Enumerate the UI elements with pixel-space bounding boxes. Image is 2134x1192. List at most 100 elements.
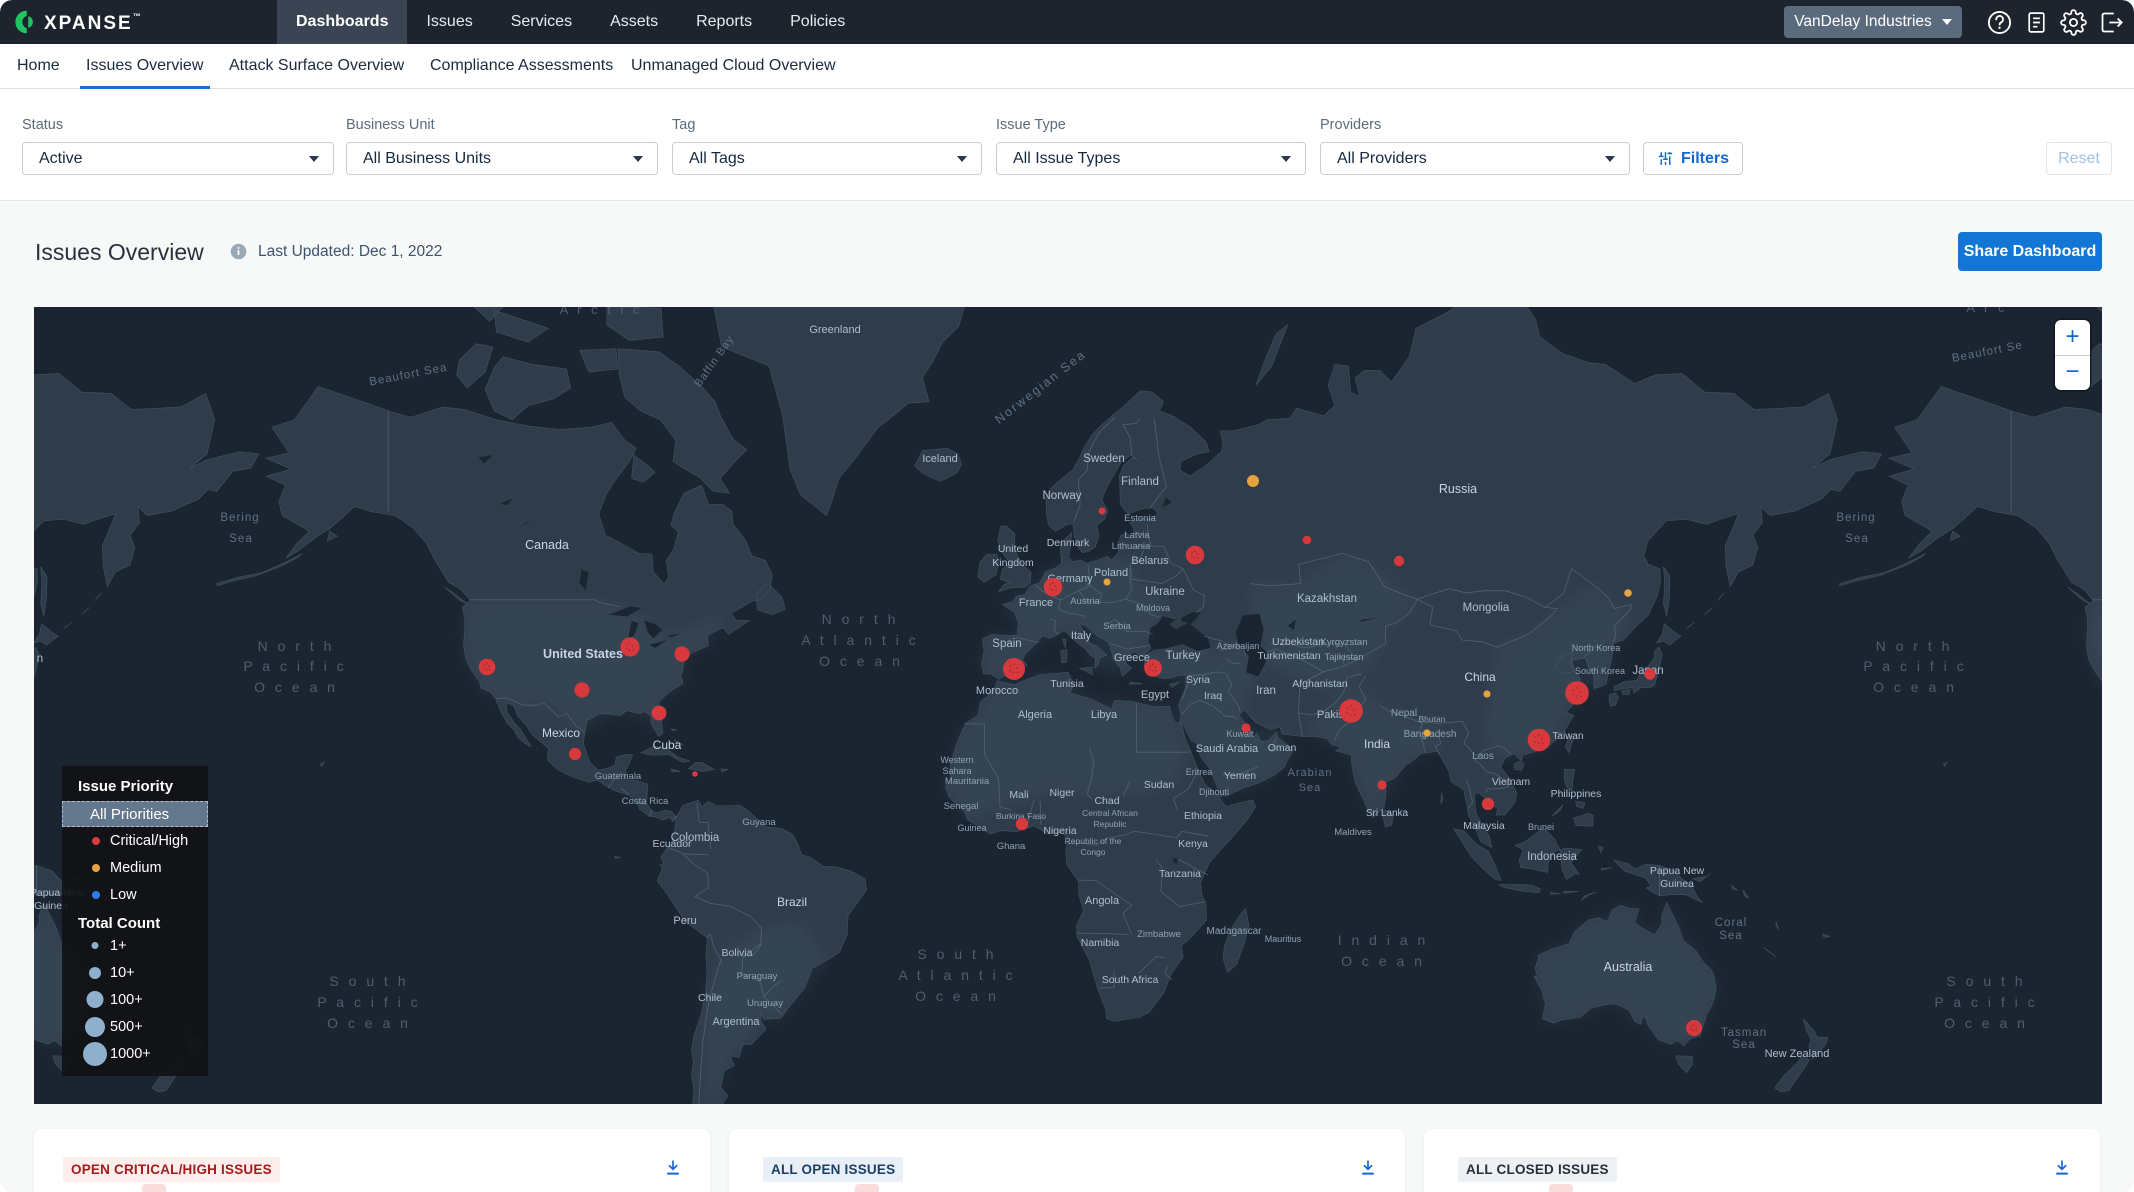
svg-text:Bering: Bering [220,512,259,524]
svg-text:Angola: Angola [1085,895,1120,907]
svg-text:Kuwait: Kuwait [1226,729,1254,739]
svg-text:Uzbekistan: Uzbekistan [1272,636,1324,648]
svg-text:O c e a n: O c e a n [254,679,338,695]
svg-text:O c e a n: O c e a n [1944,1015,2028,1031]
svg-text:United States: United States [543,647,623,661]
svg-text:Coral: Coral [1715,917,1747,929]
svg-text:P a c i f i c: P a c i f i c [1863,658,1966,674]
svg-text:South Korea: South Korea [1575,666,1625,676]
svg-text:Indonesia: Indonesia [1527,851,1577,863]
svg-text:Nepal: Nepal [1391,708,1417,719]
svg-text:Spain: Spain [992,638,1021,650]
svg-text:Djibouti: Djibouti [1199,787,1229,797]
svg-text:N o r t h: N o r t h [258,638,335,654]
svg-text:Canada: Canada [525,538,569,552]
svg-text:Ukraine: Ukraine [1145,586,1185,598]
svg-text:Chad: Chad [1094,795,1119,807]
svg-text:Congo: Congo [1080,847,1105,857]
svg-text:Azerbaijan: Azerbaijan [1217,641,1260,651]
svg-text:Kenya: Kenya [1178,838,1208,850]
svg-text:Oman: Oman [1268,742,1297,754]
svg-text:Sea: Sea [1845,533,1868,545]
svg-text:Guinea: Guinea [1660,878,1694,890]
svg-text:Italy: Italy [1071,630,1092,642]
svg-text:Turkmenistan: Turkmenistan [1257,650,1320,662]
svg-text:Bhutan: Bhutan [1419,714,1446,724]
svg-text:Tunisia: Tunisia [1050,678,1084,690]
svg-text:S o u t h: S o u t h [329,973,408,989]
svg-text:Afghanistan: Afghanistan [1292,678,1348,690]
svg-text:A t l a n t i c: A t l a n t i c [801,632,918,648]
svg-text:P a c i f i c: P a c i f i c [317,994,420,1010]
svg-text:Sea: Sea [1299,782,1322,794]
svg-text:Senegal: Senegal [944,801,979,812]
svg-text:Algeria: Algeria [1018,709,1053,721]
svg-text:Iceland: Iceland [922,453,957,465]
svg-text:Brazil: Brazil [777,895,807,909]
svg-text:Peru: Peru [673,915,696,927]
svg-text:O c e a n: O c e a n [1873,679,1957,695]
svg-text:Tanzania: Tanzania [1159,868,1201,880]
svg-text:Iran: Iran [1256,685,1276,697]
svg-text:A r c: A r c [1966,307,2007,315]
svg-text:Libya: Libya [1091,709,1118,721]
svg-text:Ethiopia: Ethiopia [1184,810,1222,822]
svg-text:Western: Western [940,755,973,765]
svg-text:Finland: Finland [1121,476,1159,488]
svg-text:New Zealand: New Zealand [1765,1048,1830,1060]
svg-text:O c e a n: O c e a n [819,653,903,669]
svg-text:Greece: Greece [1114,652,1150,664]
svg-text:Norway: Norway [1043,490,1082,502]
svg-text:Saudi Arabia: Saudi Arabia [1196,743,1259,755]
svg-text:Morocco: Morocco [976,685,1018,697]
svg-text:Latvia: Latvia [1124,530,1150,541]
svg-text:A t l a n t i c: A t l a n t i c [898,967,1015,983]
svg-text:Greenland: Greenland [809,324,860,336]
svg-text:Papua New: Papua New [1650,865,1705,877]
svg-text:India: India [1364,737,1390,751]
svg-text:Kyrgyzstan: Kyrgyzstan [1321,637,1368,648]
svg-text:Ecuador: Ecuador [652,838,692,850]
svg-text:Turkey: Turkey [1166,650,1201,662]
svg-text:P a c i f i c: P a c i f i c [1934,994,2037,1010]
svg-text:Sweden: Sweden [1083,453,1125,465]
svg-text:Taiwan: Taiwan [1552,731,1583,742]
svg-text:Arabian: Arabian [1288,767,1333,779]
svg-text:I n d i a n: I n d i a n [1338,932,1429,948]
svg-text:Bolivia: Bolivia [722,947,753,959]
svg-text:Mauritius: Mauritius [1265,934,1302,944]
svg-text:S o u t h: S o u t h [1946,973,2025,989]
svg-text:Moldova: Moldova [1136,603,1170,613]
svg-text:Vietnam: Vietnam [1492,776,1531,788]
svg-text:South Africa: South Africa [1102,974,1159,986]
svg-text:Laos: Laos [1472,751,1494,762]
svg-text:Uruguay: Uruguay [747,998,783,1009]
svg-text:P a c i f i c: P a c i f i c [243,658,346,674]
svg-text:Tajikistan: Tajikistan [1324,652,1363,663]
svg-text:Poland: Poland [1094,567,1128,579]
svg-text:Kazakhstan: Kazakhstan [1297,593,1357,605]
svg-text:Guinea: Guinea [957,823,986,833]
svg-text:France: France [1019,597,1053,609]
svg-text:Serbia: Serbia [1103,621,1131,632]
svg-text:Yemen: Yemen [1224,770,1256,782]
svg-text:Madagascar: Madagascar [1206,926,1262,937]
svg-text:O c e a n: O c e a n [327,1015,411,1031]
svg-text:Kingdom: Kingdom [992,557,1034,569]
svg-text:Zimbabwe: Zimbabwe [1137,929,1181,940]
svg-text:Egypt: Egypt [1141,689,1169,701]
svg-text:China: China [1464,670,1496,684]
svg-text:Argentina: Argentina [712,1016,760,1028]
svg-text:Denmark: Denmark [1047,537,1090,549]
svg-text:Namibia: Namibia [1081,937,1120,949]
svg-text:Belarus: Belarus [1131,555,1169,567]
svg-text:A r c t i c: A r c t i c [560,307,643,317]
svg-text:North Korea: North Korea [1572,643,1621,653]
svg-text:Iraq: Iraq [1204,690,1222,702]
svg-text:Chile: Chile [698,992,722,1004]
svg-text:Australia: Australia [1604,960,1653,974]
svg-text:Eritrea: Eritrea [1186,767,1213,777]
svg-text:Mauritania: Mauritania [945,776,990,787]
svg-text:Cuba: Cuba [653,738,682,752]
svg-text:Mexico: Mexico [542,726,580,740]
